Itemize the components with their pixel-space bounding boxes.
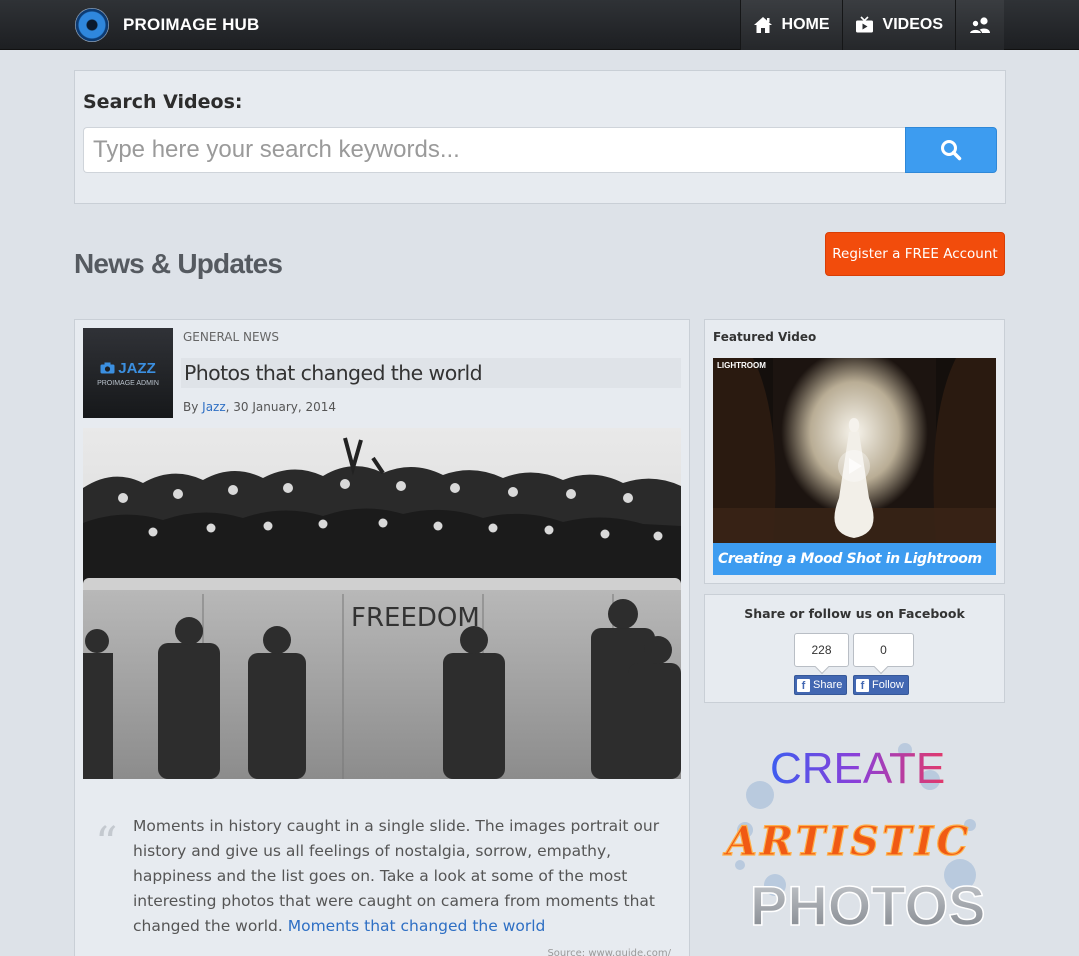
aperture-logo-icon [75, 8, 109, 42]
brand[interactable]: PROIMAGE HUB [75, 8, 260, 42]
article-by: By [183, 400, 203, 414]
facebook-panel: Share or follow us on Facebook 228 0 f S… [704, 594, 1005, 703]
bride-window-photo [713, 358, 996, 543]
home-icon [753, 17, 772, 33]
avatar-subtitle: PROIMAGE ADMIN [97, 379, 159, 387]
featured-video-panel: Featured Video LIGHTROOM Creating a Mood… [704, 319, 1005, 584]
quote-mark-icon: “ [95, 818, 118, 869]
search-input[interactable] [83, 127, 907, 173]
page-title: News & Updates [74, 248, 283, 279]
nav-videos[interactable]: VIDEOS [841, 0, 955, 50]
article-card: JAZZ PROIMAGE ADMIN GENERAL NEWS Photos … [74, 319, 690, 956]
users-icon [968, 17, 990, 34]
nav-videos-label: VIDEOS [882, 16, 943, 33]
wall-graffiti: FREEDOM [351, 603, 480, 633]
featured-heading: Featured Video [713, 330, 817, 344]
berlin-wall-photo: FREEDOM [83, 428, 681, 779]
promo-line3: PHOTOS [750, 874, 985, 937]
brand-name: PROIMAGE HUB [123, 15, 260, 34]
tv-icon [855, 16, 873, 33]
promo-line2: ARTISTIC [722, 818, 971, 865]
excerpt-link[interactable]: Moments that changed the world [288, 917, 546, 935]
video-tag: LIGHTROOM [717, 361, 766, 370]
author-avatar[interactable]: JAZZ PROIMAGE ADMIN [83, 328, 173, 418]
promo-line1: CREATE [770, 744, 945, 793]
article-date: , 30 January, 2014 [225, 400, 337, 414]
facebook-icon: f [856, 678, 869, 692]
article-image[interactable]: FREEDOM [83, 428, 681, 779]
nav-home-label: HOME [781, 16, 830, 33]
facebook-icon: f [797, 678, 810, 692]
register-button[interactable]: Register a FREE Account [825, 232, 1005, 276]
avatar-title: JAZZ [118, 359, 156, 377]
nav-home[interactable]: HOME [739, 0, 842, 50]
facebook-heading: Share or follow us on Facebook [744, 606, 965, 621]
article-title[interactable]: Photos that changed the world [181, 358, 681, 388]
article-category[interactable]: GENERAL NEWS [183, 330, 279, 344]
camera-icon [100, 362, 115, 374]
follow-label: Follow [872, 679, 904, 691]
main-nav: HOME VIDEOS [739, 0, 1004, 50]
follow-count: 0 [853, 633, 914, 667]
promo-artwork: CREATE ARTISTIC PHOTOS [721, 743, 986, 938]
search-button[interactable] [905, 127, 997, 173]
article-meta: By Jazz, 30 January, 2014 [183, 400, 336, 414]
nav-members[interactable] [955, 0, 1004, 50]
search-panel: Search Videos: [74, 70, 1006, 204]
article-excerpt: Moments in history caught in a single sl… [133, 814, 678, 939]
search-icon [941, 140, 962, 161]
featured-video-thumbnail[interactable]: LIGHTROOM [713, 358, 996, 543]
share-count: 228 [794, 633, 849, 667]
excerpt-source: Source: www.guide.com/ [547, 948, 671, 956]
search-title: Search Videos: [83, 91, 243, 113]
featured-video-title[interactable]: Creating a Mood Shot in Lightroom [713, 543, 996, 575]
facebook-follow-button[interactable]: f Follow [853, 675, 909, 695]
top-bar: PROIMAGE HUB HOME VIDEOS [0, 0, 1079, 50]
avatar-title-row: JAZZ [100, 360, 156, 377]
author-link[interactable]: Jazz [202, 400, 226, 414]
share-label: Share [813, 679, 843, 691]
facebook-share-button[interactable]: f Share [794, 675, 848, 695]
create-artistic-photos-banner[interactable]: CREATE ARTISTIC PHOTOS [720, 725, 1010, 956]
